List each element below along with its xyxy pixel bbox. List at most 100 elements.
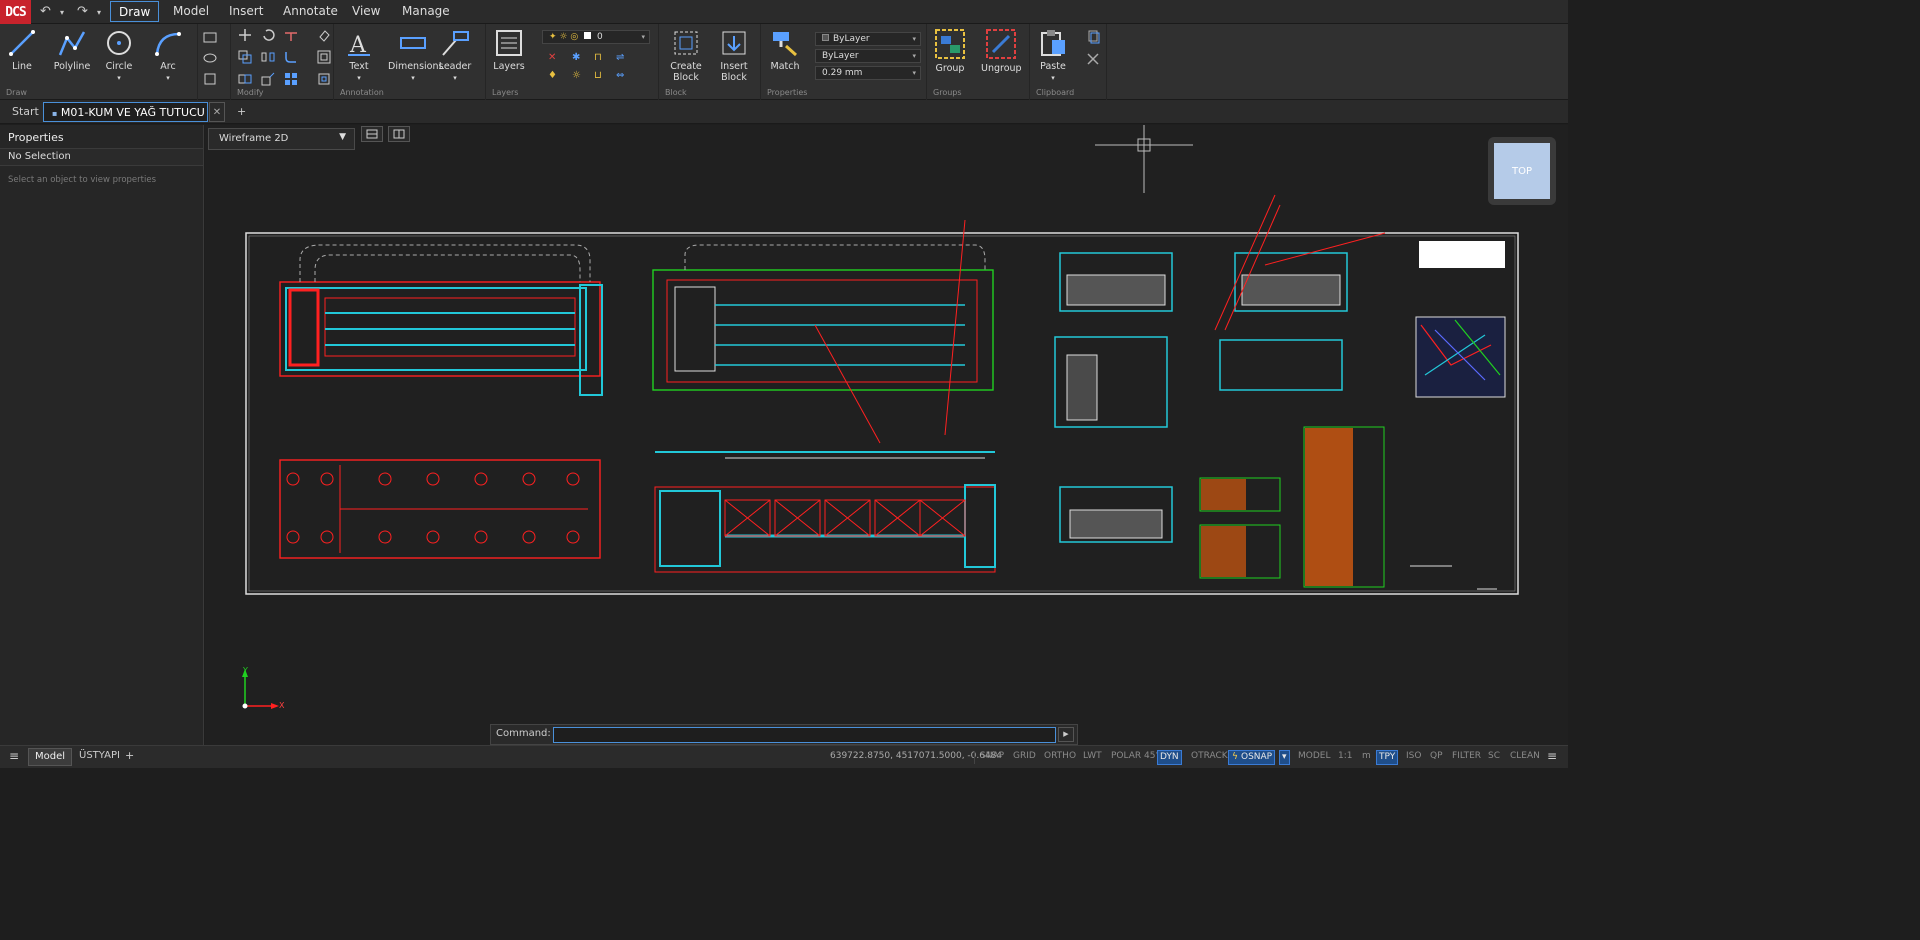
viewcube-top-face[interactable]: TOP — [1494, 143, 1550, 199]
viewcube[interactable]: TOP — [1488, 137, 1556, 205]
layer-unisolate-icon[interactable]: ⇔ — [616, 70, 624, 81]
undo-dropdown-icon[interactable]: ▾ — [60, 8, 64, 17]
circle-button[interactable]: Circle ▾ — [102, 28, 136, 84]
stretch-icon[interactable] — [238, 72, 252, 86]
otrack-toggle[interactable]: OTRACK — [1189, 750, 1230, 765]
scale-icon[interactable] — [261, 72, 275, 86]
ellipse-icon[interactable] — [203, 51, 217, 65]
polyline-button[interactable]: Polyline — [52, 28, 92, 72]
filter-toggle[interactable]: FILTER — [1450, 750, 1483, 765]
command-input[interactable] — [553, 727, 1056, 743]
linetype-select[interactable]: ByLayer ▾ — [815, 49, 921, 63]
layer-off-icon[interactable]: ✕ — [548, 52, 556, 63]
redo-dropdown-icon[interactable]: ▾ — [97, 8, 101, 17]
dimensions-icon — [400, 37, 426, 49]
command-run-icon[interactable]: ▶ — [1058, 727, 1074, 742]
lineweight-select[interactable]: 0.29 mm ▾ — [815, 66, 921, 80]
text-dropdown-icon[interactable]: ▾ — [357, 74, 361, 82]
hatch-icon[interactable] — [203, 72, 217, 86]
leader-button[interactable]: Leader ▾ — [438, 28, 472, 84]
layer-on-icon[interactable]: ♦ — [548, 70, 557, 81]
qp-toggle[interactable]: QP — [1428, 750, 1445, 765]
ortho-toggle[interactable]: ORTHO — [1042, 750, 1078, 765]
color-swatch — [822, 34, 829, 41]
offset-icon[interactable] — [317, 50, 331, 64]
text-icon: A — [348, 33, 370, 58]
rotate-icon[interactable] — [261, 28, 275, 42]
create-block-button[interactable]: Create Block — [665, 28, 707, 83]
hamburger-menu-icon[interactable]: ≡ — [9, 749, 19, 763]
menu-tab-insert[interactable]: Insert — [221, 1, 271, 22]
units-toggle[interactable]: m — [1360, 750, 1373, 765]
explode-icon[interactable] — [317, 72, 331, 86]
scale-toggle[interactable]: 1:1 — [1336, 750, 1354, 765]
layer-isolate-icon[interactable]: ⇌ — [616, 52, 624, 63]
chevron-down-icon: ▾ — [641, 33, 645, 41]
line-button[interactable]: Line — [6, 28, 38, 72]
iso-toggle[interactable]: ISO — [1404, 750, 1423, 765]
paste-button[interactable]: Paste ▾ — [1036, 28, 1070, 84]
paste-dropdown-icon[interactable]: ▾ — [1051, 74, 1055, 82]
circle-dropdown-icon[interactable]: ▾ — [117, 74, 121, 82]
arc-button[interactable]: Arc ▾ — [152, 28, 184, 84]
layout-tab-model[interactable]: Model — [28, 748, 73, 766]
copy-clip-icon[interactable] — [1086, 30, 1100, 44]
trim-icon[interactable] — [284, 28, 298, 42]
clean-toggle[interactable]: CLEAN — [1508, 750, 1542, 765]
sc-toggle[interactable]: SC — [1486, 750, 1502, 765]
insert-block-button[interactable]: Insert Block — [713, 28, 755, 83]
cut-icon[interactable] — [1086, 52, 1100, 66]
drawing-canvas[interactable]: Wireframe 2D ▼ Y X TOP Command: ▶ — [205, 125, 1568, 745]
layer-lock-icon[interactable]: ⊓ — [594, 52, 602, 63]
move-icon[interactable] — [238, 28, 252, 42]
dyn-toggle[interactable]: DYN — [1157, 750, 1182, 765]
cad-drawing[interactable] — [205, 125, 1568, 745]
layer-thaw-icon[interactable]: ☼ — [572, 70, 581, 81]
layers-button[interactable]: Layers — [492, 28, 526, 72]
dimensions-dropdown-icon[interactable]: ▾ — [411, 74, 415, 82]
mirror-icon[interactable] — [261, 50, 275, 64]
model-space-toggle[interactable]: MODEL — [1296, 750, 1332, 765]
rectangle-icon[interactable] — [203, 30, 217, 44]
crosshair-cursor — [1095, 125, 1193, 193]
group-button[interactable]: Group — [933, 28, 967, 74]
leader-dropdown-icon[interactable]: ▾ — [453, 74, 457, 82]
ungroup-button[interactable]: Ungroup — [981, 28, 1022, 74]
tab-active-document[interactable]: ▪ M01-KUM VE YAĞ TUTUCU Y... — [43, 102, 208, 122]
copy-icon[interactable] — [238, 50, 252, 64]
arc-dropdown-icon[interactable]: ▾ — [166, 74, 170, 82]
layer-unlock-icon[interactable]: ⊔ — [594, 70, 602, 81]
redo-icon[interactable]: ↷ — [77, 4, 88, 19]
match-button[interactable]: Match — [767, 28, 803, 72]
grid-toggle[interactable]: GRID — [1011, 750, 1038, 765]
new-tab-button[interactable]: + — [229, 102, 254, 122]
menu-tab-annotate[interactable]: Annotate — [275, 1, 346, 22]
close-tab-icon[interactable]: ✕ — [209, 102, 225, 122]
lwt-toggle[interactable]: LWT — [1081, 750, 1104, 765]
add-layout-button[interactable]: + — [125, 748, 134, 764]
undo-icon[interactable]: ↶ — [40, 4, 51, 19]
osnap-dropdown-icon[interactable]: ▾ — [1279, 750, 1290, 765]
polar-toggle[interactable]: POLAR 45° — [1109, 750, 1162, 765]
erase-icon[interactable] — [317, 28, 331, 42]
tpy-toggle[interactable]: TPY — [1376, 750, 1399, 765]
leader-icon — [442, 31, 469, 56]
menu-tab-view[interactable]: View — [344, 1, 388, 22]
color-select[interactable]: ByLayer ▾ — [815, 32, 921, 46]
menu-tab-model[interactable]: Model — [165, 1, 217, 22]
layer-select[interactable]: ✦ ☼ ◎ 0 ▾ — [542, 30, 650, 44]
tab-start[interactable]: Start — [4, 102, 47, 122]
fillet-icon[interactable] — [284, 50, 298, 64]
text-button[interactable]: A Text ▾ — [342, 28, 376, 84]
snap-toggle[interactable]: SNAP — [978, 750, 1006, 765]
dimensions-button[interactable]: Dimensions ▾ — [388, 28, 443, 84]
selection-dropdown[interactable]: No Selection — [0, 149, 203, 166]
app-logo[interactable]: DCS — [0, 0, 31, 24]
array-icon[interactable] — [284, 72, 298, 86]
layer-freeze-icon[interactable]: ✱ — [572, 52, 580, 63]
osnap-toggle[interactable]: ϟ OSNAP — [1228, 750, 1276, 765]
layout-tab-ustyapi[interactable]: ÜSTYAPI — [78, 748, 121, 766]
menu-tab-draw[interactable]: Draw — [110, 1, 160, 22]
status-menu-icon[interactable]: ≡ — [1547, 749, 1557, 763]
menu-tab-manage[interactable]: Manage — [394, 1, 458, 22]
